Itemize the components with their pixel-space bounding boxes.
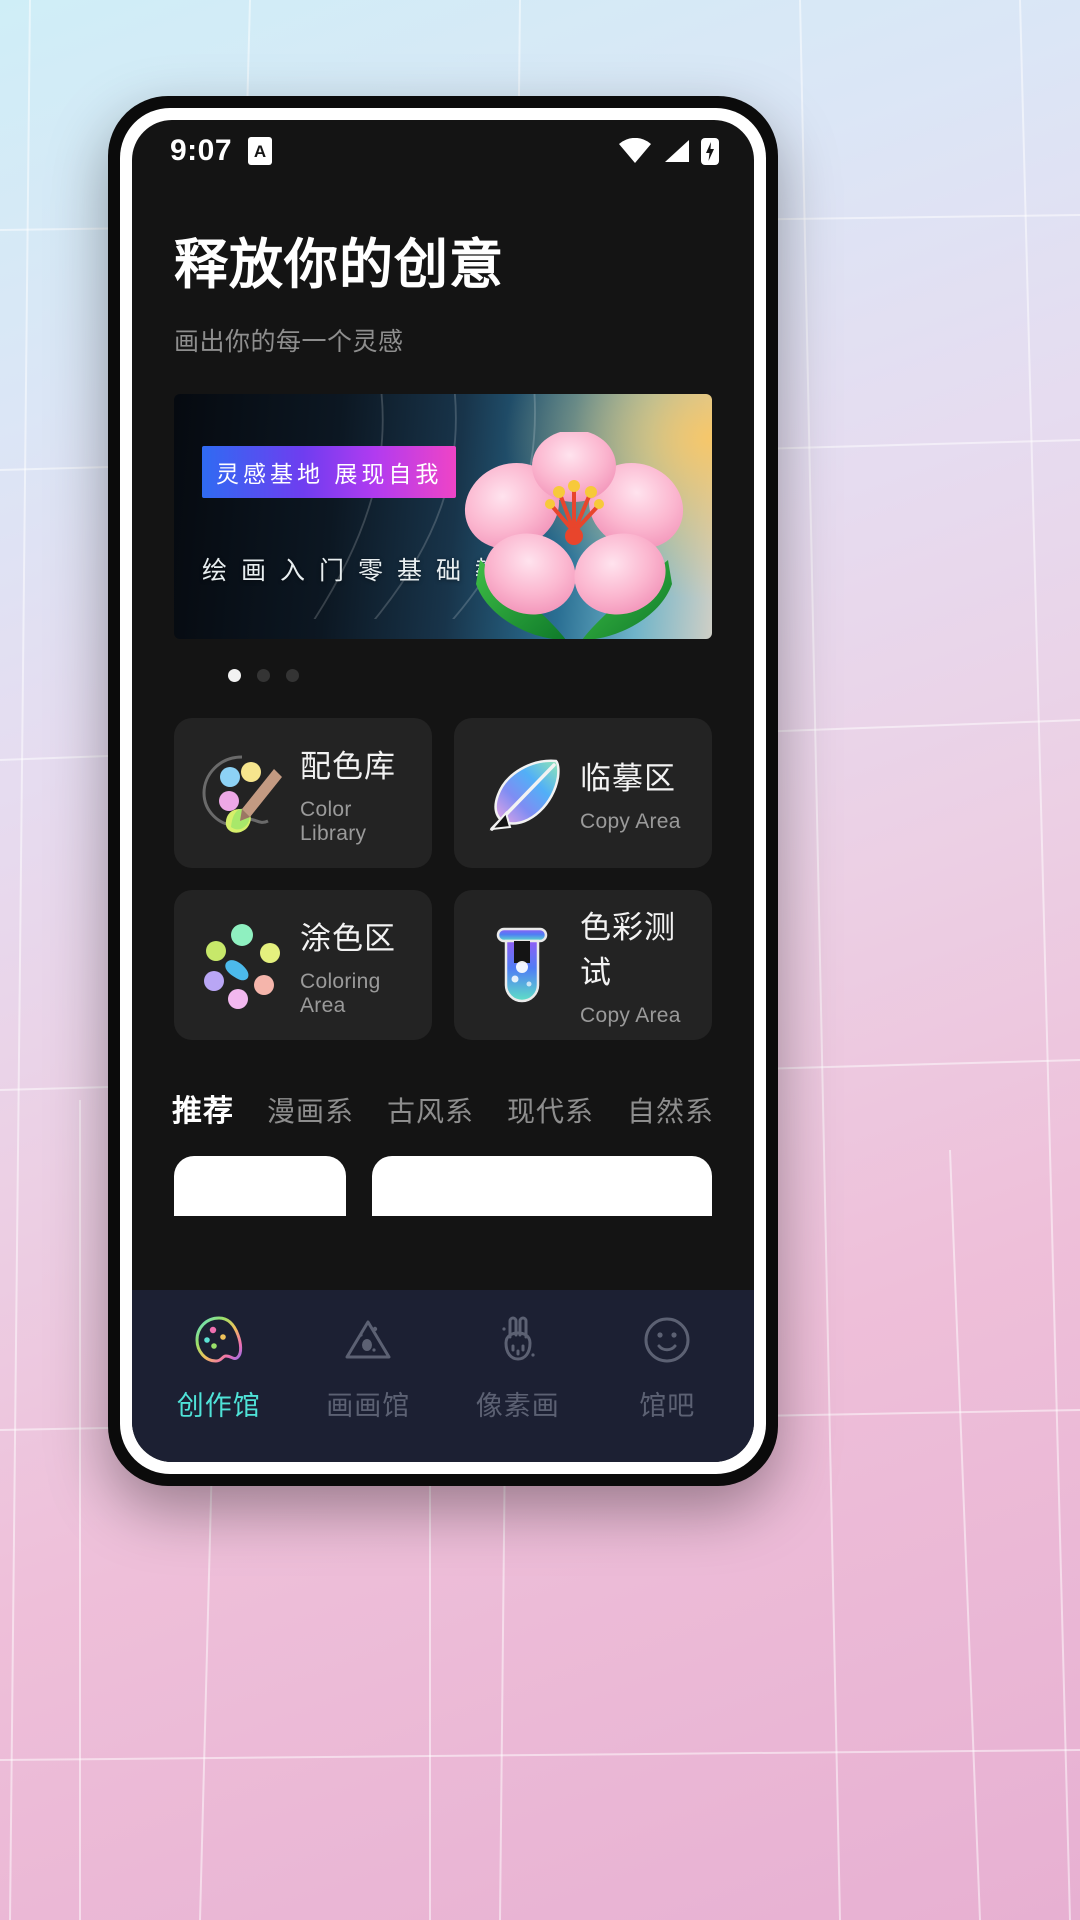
tab-manga[interactable]: 漫画系 bbox=[267, 1090, 354, 1130]
phone-screen: 9:07 A 释放你的创意 画出你的每一个灵感 灵感基地 展现自我 绘画入门零基… bbox=[132, 120, 754, 1462]
tab-ancient[interactable]: 古风系 bbox=[387, 1090, 474, 1130]
bunny-icon bbox=[490, 1312, 546, 1368]
content-card-row bbox=[174, 1156, 712, 1217]
smiley-icon bbox=[639, 1312, 695, 1368]
nav-label-creation: 创作馆 bbox=[176, 1390, 261, 1421]
feature-card-text: 配色库 Color Library bbox=[300, 741, 418, 846]
feature-card-text: 临摹区 Copy Area bbox=[580, 753, 681, 834]
feature-title-cn: 涂色区 bbox=[300, 920, 396, 956]
signal-icon bbox=[661, 138, 691, 164]
nav-label-forum: 馆吧 bbox=[639, 1390, 696, 1421]
feature-card-text: 涂色区 Coloring Area bbox=[300, 913, 418, 1018]
nav-item-forum[interactable]: 馆吧 bbox=[593, 1312, 743, 1423]
triangle-icon bbox=[340, 1312, 396, 1368]
tab-nature[interactable]: 自然系 bbox=[627, 1090, 714, 1130]
feature-title-en: Color Library bbox=[300, 797, 367, 845]
pink-flower-illustration bbox=[464, 432, 684, 640]
battery-icon bbox=[700, 136, 720, 166]
hero-section: 释放你的创意 画出你的每一个灵感 bbox=[132, 182, 754, 358]
test-tube-icon bbox=[472, 915, 572, 1015]
nav-item-creation[interactable]: 创作馆 bbox=[144, 1312, 294, 1423]
wifi-icon bbox=[618, 138, 652, 164]
content-card-1[interactable] bbox=[174, 1156, 346, 1217]
feature-title-en: Copy Area bbox=[580, 1004, 681, 1028]
color-dots-icon bbox=[192, 915, 292, 1015]
carousel-dot-1[interactable] bbox=[228, 669, 241, 683]
status-icons bbox=[618, 136, 720, 166]
carousel-dot-3[interactable] bbox=[286, 669, 299, 683]
nav-label-gallery: 画画馆 bbox=[326, 1390, 411, 1421]
carousel-dot-2[interactable] bbox=[257, 669, 270, 683]
feature-title-en: Copy Area bbox=[580, 809, 681, 833]
status-bar: 9:07 A bbox=[132, 120, 754, 182]
carousel-dots[interactable] bbox=[174, 639, 712, 683]
nav-item-pixel-art[interactable]: 像素画 bbox=[443, 1312, 593, 1423]
status-app-badge-icon: A bbox=[248, 137, 273, 165]
main-content: 释放你的创意 画出你的每一个灵感 灵感基地 展现自我 绘画入门零基础教程 配色库… bbox=[132, 182, 754, 1290]
feature-card-text: 色彩测试 Copy Area bbox=[580, 902, 698, 1028]
banner-carousel[interactable]: 灵感基地 展现自我 绘画入门零基础教程 bbox=[174, 394, 712, 683]
feature-card-coloring-area[interactable]: 涂色区 Coloring Area bbox=[174, 890, 432, 1041]
feature-title-cn: 色彩测试 bbox=[580, 910, 676, 991]
phone-bezel: 9:07 A 释放你的创意 画出你的每一个灵感 灵感基地 展现自我 绘画入门零基… bbox=[120, 108, 766, 1474]
feature-title-cn: 配色库 bbox=[300, 748, 396, 784]
feature-title-cn: 临摹区 bbox=[580, 760, 676, 796]
feature-card-copy-area[interactable]: 临摹区 Copy Area bbox=[454, 718, 712, 869]
feature-card-color-library[interactable]: 配色库 Color Library bbox=[174, 718, 432, 869]
feature-grid: 配色库 Color Library 临摹区 Copy Area 涂色区 Colo… bbox=[174, 718, 712, 1041]
status-time: 9:07 bbox=[170, 134, 233, 167]
banner-badge: 灵感基地 展现自我 bbox=[202, 446, 457, 499]
feather-quill-icon bbox=[472, 743, 572, 843]
nav-label-pixel-art: 像素画 bbox=[475, 1390, 560, 1421]
page-title: 释放你的创意 bbox=[174, 235, 504, 295]
banner-slide[interactable]: 灵感基地 展现自我 绘画入门零基础教程 bbox=[174, 394, 712, 640]
nav-item-gallery[interactable]: 画画馆 bbox=[294, 1312, 444, 1423]
bottom-navigation-bar: 创作馆 画画馆 像素画 馆吧 bbox=[132, 1290, 754, 1462]
content-card-2[interactable] bbox=[372, 1156, 712, 1217]
feature-title-en: Coloring Area bbox=[300, 969, 381, 1017]
tab-modern[interactable]: 现代系 bbox=[507, 1090, 594, 1130]
phone-frame: 9:07 A 释放你的创意 画出你的每一个灵感 灵感基地 展现自我 绘画入门零基… bbox=[108, 96, 778, 1486]
page-subtitle: 画出你的每一个灵感 bbox=[174, 328, 404, 357]
palette-icon bbox=[191, 1312, 247, 1368]
feature-card-color-test[interactable]: 色彩测试 Copy Area bbox=[454, 890, 712, 1041]
palette-brush-icon bbox=[192, 743, 292, 843]
category-tab-bar: 推荐 漫画系 古风系 现代系 自然系 bbox=[132, 1086, 754, 1130]
tab-recommend[interactable]: 推荐 bbox=[172, 1086, 234, 1130]
